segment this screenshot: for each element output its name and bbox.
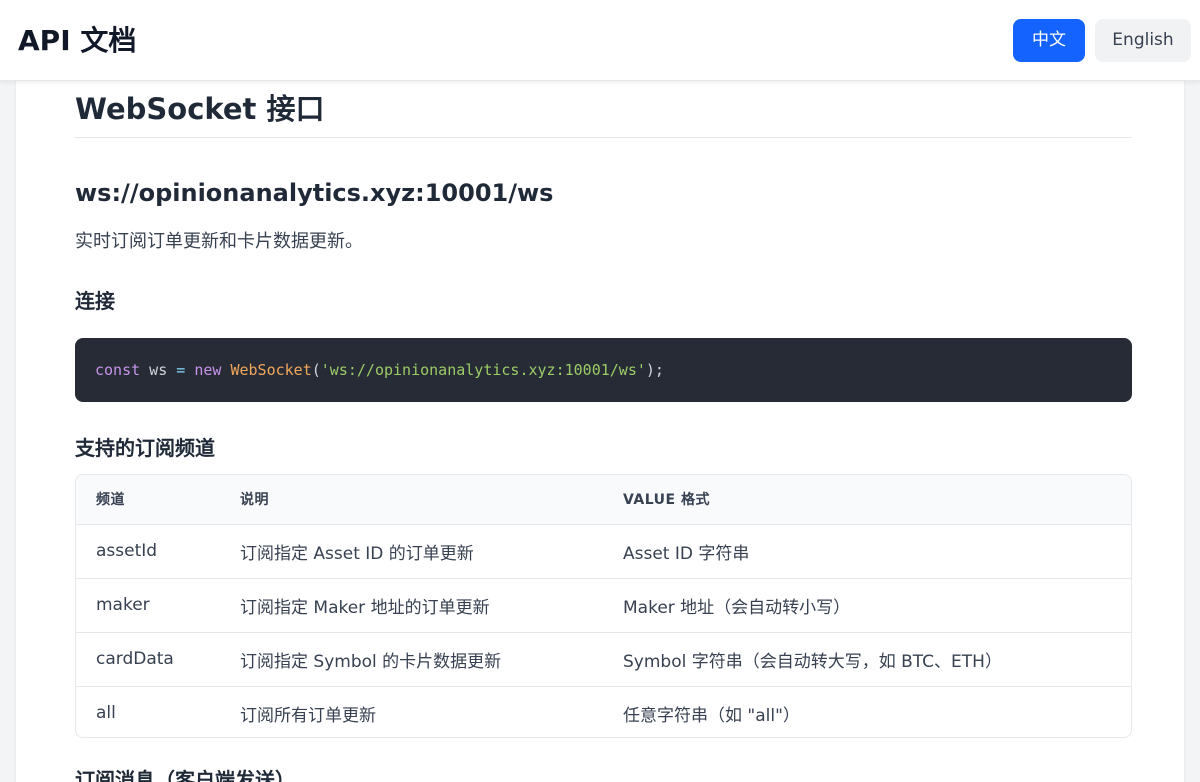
cell-channel: assetId: [96, 541, 158, 561]
cell-channel: all: [76, 685, 220, 737]
cell-value-format: 任意字符串（如 "all"）: [603, 685, 1131, 737]
cell-description: 订阅指定 Asset ID 的订单更新: [240, 543, 474, 564]
language-en-button[interactable]: English: [1095, 19, 1191, 62]
connect-heading: 连接: [75, 289, 115, 313]
table-row: cardData 订阅指定 Symbol 的卡片数据更新 Symbol 字符串（…: [76, 631, 1131, 686]
column-header-value-format: VALUE 格式: [603, 475, 1131, 525]
section-divider: [75, 137, 1132, 138]
cell-channel: cardData: [76, 631, 220, 686]
section-title: WebSocket 接口: [75, 92, 325, 126]
code-keyword-const: const: [95, 361, 141, 379]
cell-description: 订阅指定 Symbol 的卡片数据更新: [220, 631, 603, 686]
code-class-name: WebSocket: [230, 361, 312, 379]
column-header-description: 说明: [220, 475, 603, 525]
table-row: maker 订阅指定 Maker 地址的订单更新 Maker 地址（会自动转小写…: [76, 577, 1131, 632]
cell-channel: maker: [76, 577, 220, 632]
code-paren-close: );: [645, 361, 664, 379]
endpoint-url: ws://opinionanalytics.xyz:10001/ws: [75, 179, 554, 207]
cell-value-format: Maker 地址（会自动转小写）: [603, 577, 1131, 632]
cell-value-format: Symbol 字符串（会自动转大写，如 BTC、ETH）: [603, 631, 1131, 686]
top-bar: API 文档 中文 English: [0, 0, 1200, 81]
table-row: all 订阅所有订单更新 任意字符串（如 "all"）: [76, 685, 1131, 737]
code-variable: ws: [140, 361, 177, 379]
table-row: assetId 订阅指定 Asset ID 的订单更新 Asset ID 字符串: [76, 524, 1131, 578]
code-block: const ws = new WebSocket('ws://opinionan…: [75, 338, 1132, 402]
cell-description: 订阅所有订单更新: [220, 685, 603, 737]
cell-description: 订阅指定 Maker 地址的订单更新: [220, 577, 603, 632]
endpoint-description: 实时订阅订单更新和卡片数据更新。: [75, 231, 363, 252]
page-title: API 文档: [18, 24, 137, 57]
table-header-row: 频道 说明 VALUE 格式: [76, 475, 1131, 525]
channels-heading: 支持的订阅频道: [75, 436, 215, 460]
code-operator: =: [176, 361, 186, 379]
code-keyword-new: new: [194, 361, 222, 379]
content-card: WebSocket 接口 ws://opinionanalytics.xyz:1…: [16, 81, 1184, 782]
code-paren-open: (: [311, 361, 321, 379]
cell-value-format: Asset ID 字符串: [623, 543, 750, 564]
column-header-channel: 频道: [76, 475, 220, 525]
language-zh-button[interactable]: 中文: [1013, 19, 1085, 62]
code-string: 'ws://opinionanalytics.xyz:10001/ws': [320, 361, 646, 379]
subscribe-heading: 订阅消息（客户端发送）: [75, 768, 295, 782]
channels-table: 频道 说明 VALUE 格式 assetId 订阅指定 Asset ID 的订单…: [75, 474, 1132, 738]
